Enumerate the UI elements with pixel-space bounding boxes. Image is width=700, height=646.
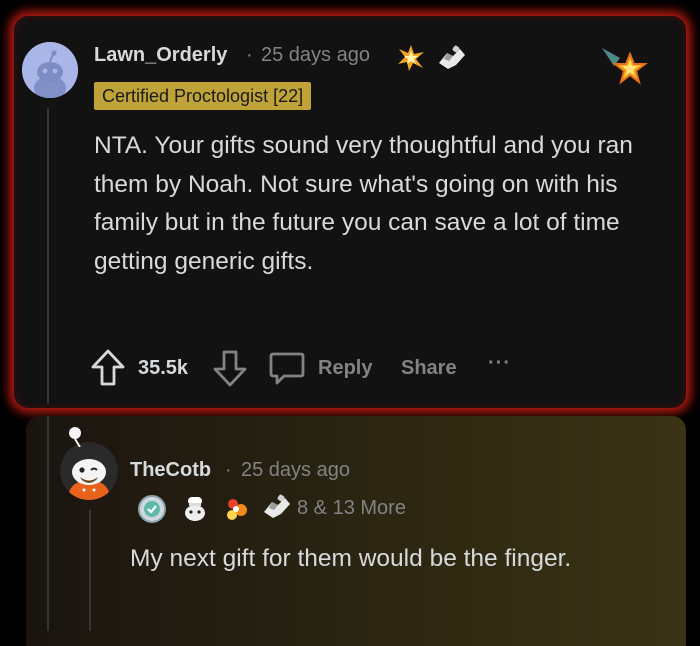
more-options-button[interactable]: ··· (488, 352, 511, 375)
thread-line-child[interactable] (89, 510, 91, 631)
snoo-avatar-icon (22, 42, 78, 98)
antenna-icon (69, 427, 81, 447)
sparkle-burst-icon[interactable] (396, 44, 426, 72)
user-flair: Certified Proctologist [22] (94, 82, 312, 110)
comment-body: My next gift for them would be the finge… (130, 545, 572, 572)
downvote-arrow-icon[interactable] (212, 348, 248, 388)
comment-body: NTA. Your gifts sound very thoughtful an… (94, 132, 633, 275)
meta-separator: · (225, 459, 232, 481)
wholesome-badge-icon[interactable] (137, 494, 167, 524)
meta-separator: · (246, 44, 253, 66)
user-avatar[interactable] (22, 42, 78, 98)
chef-snoo-avatar-icon (60, 442, 118, 500)
thread-line[interactable] (47, 108, 49, 404)
comment-timestamp[interactable]: 25 days ago (241, 459, 350, 482)
handshake-icon[interactable] (261, 492, 293, 522)
upvote-arrow-icon[interactable] (90, 348, 126, 388)
thread-line-parent[interactable] (47, 416, 49, 631)
award-star-icon[interactable] (600, 44, 648, 88)
user-avatar[interactable] (60, 442, 118, 500)
award-count[interactable]: 8 & 13 More (297, 497, 406, 520)
reply-bubble-icon[interactable] (268, 350, 306, 386)
handshake-icon[interactable] (436, 43, 468, 73)
share-button[interactable]: Share (401, 357, 457, 380)
comment-timestamp[interactable]: 25 days ago (261, 44, 370, 67)
comment-author[interactable]: TheCotb (130, 459, 211, 482)
comment-author[interactable]: Lawn_Orderly (94, 44, 227, 67)
fire-flower-icon[interactable] (221, 494, 251, 524)
chef-snoo-icon[interactable] (180, 494, 210, 524)
reply-comment-card (26, 416, 686, 646)
reply-button[interactable]: Reply (318, 357, 372, 380)
vote-count: 35.5k (138, 357, 189, 379)
